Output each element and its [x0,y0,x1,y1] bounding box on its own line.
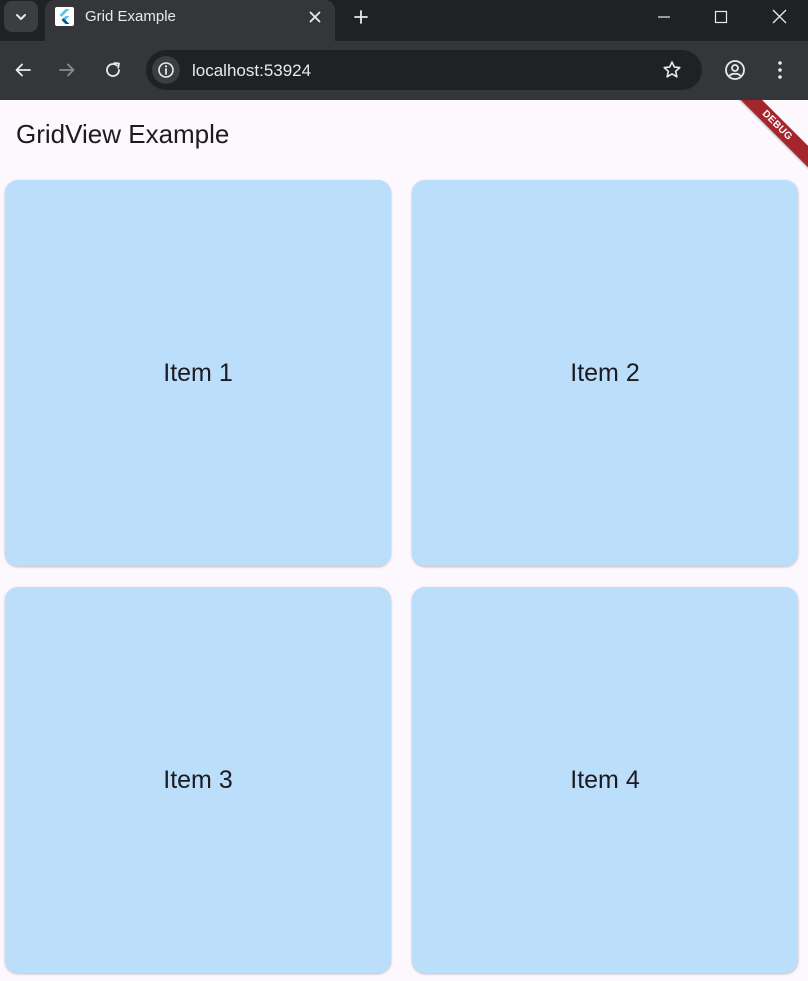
close-icon [772,9,787,24]
flutter-logo-icon [55,7,74,26]
plus-icon [353,9,369,25]
forward-button[interactable] [52,55,82,85]
chevron-down-icon [14,10,28,24]
grid-item-2[interactable]: Item 2 [412,180,798,566]
browser-title-bar: Grid Example [0,0,808,41]
new-tab-button[interactable] [348,5,374,29]
maximize-icon [714,10,728,24]
minimize-button[interactable] [635,0,693,33]
back-button[interactable] [8,55,38,85]
star-icon [662,60,682,80]
site-info-button[interactable] [152,56,180,84]
browser-menu-button[interactable] [765,55,795,85]
address-bar[interactable]: localhost:53924 [146,50,702,90]
app-page: GridView Example Item 1 Item 2 Item 3 It… [0,100,808,981]
close-window-button[interactable] [750,0,808,33]
grid-item-1[interactable]: Item 1 [5,180,391,566]
tab-title: Grid Example [85,8,176,25]
debug-banner-label: DEBUG [759,108,795,143]
debug-banner: DEBUG [722,100,808,181]
grid-item-label: Item 1 [163,358,233,387]
grid-item-3[interactable]: Item 3 [5,587,391,973]
app-bar-title: GridView Example [16,119,230,149]
reload-icon [104,61,122,79]
arrow-left-icon [14,61,32,79]
browser-toolbar: localhost:53924 [0,41,808,100]
maximize-button[interactable] [692,0,750,33]
url-text[interactable]: localhost:53924 [192,61,311,81]
bookmark-button[interactable] [658,56,686,84]
browser-tab[interactable]: Grid Example [45,0,335,41]
more-vertical-icon [777,60,783,80]
grid-item-4[interactable]: Item 4 [412,587,798,973]
grid-item-label: Item 4 [570,765,640,794]
grid-item-label: Item 3 [163,765,233,794]
tab-list-button[interactable] [4,1,38,32]
minimize-icon [657,10,671,24]
close-icon [309,11,321,23]
arrow-right-icon [58,61,76,79]
profile-icon [724,59,746,81]
reload-button[interactable] [98,55,128,85]
profile-button[interactable] [720,55,750,85]
grid-item-label: Item 2 [570,358,640,387]
info-icon [157,61,175,79]
tab-close-button[interactable] [304,6,326,28]
